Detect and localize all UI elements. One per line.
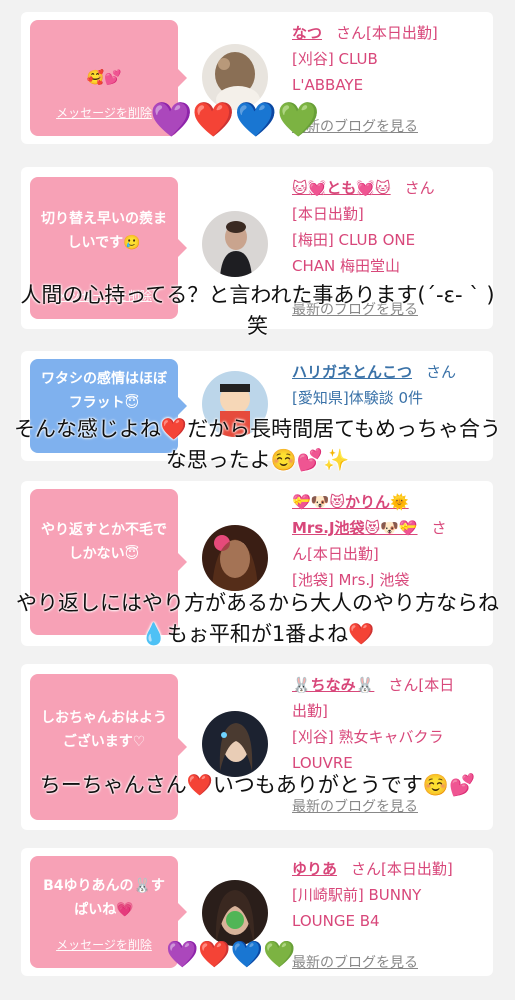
avatar[interactable] [202,711,268,777]
status-text: さん [404,179,435,197]
profile-info: 💝🐶😻かりん🌞 Mrs.J池袋😻🐶💝 さ ん[本日出勤] [池袋] Mrs.J 池… [292,489,487,593]
profile-name-link[interactable]: なつ [292,24,322,42]
shop-line: LOUNGE B4 [292,912,380,930]
message-text: 🥰💕 [86,70,122,86]
shop-line: [刈谷] 熟女キャバクラ [292,728,444,746]
avatar[interactable] [202,880,268,946]
message-text: しおちゃんおはようございます♡ [41,710,167,750]
delete-message-link[interactable]: メッセージを削除 [30,938,178,952]
status-text: さん[本日出勤] [351,860,453,878]
status-text: さん[本日出勤] [336,24,438,42]
caption-overlay: やり返しにはやり方があるから大人のやり方ならね💧もぉ平和が1番よね❤️ [16,591,499,646]
message-text: B4ゆりあんの🐰すぱいね💗 [43,878,165,918]
caption-overlay: ちーちゃんさん❤️いつもありがとうです☺️💕 [39,773,476,797]
profile-info: ゆりあ さん[本日出勤] [川崎駅前] BUNNY LOUNGE B4 [292,856,487,934]
profile-info: ハリガネとんこつ さん [愛知県]体験談 0件 [292,359,487,411]
status-text: さ [431,519,447,537]
profile-name-link[interactable]: Mrs.J池袋😻🐶💝 [292,519,418,537]
shop-line: CHAN 梅田堂山 [292,257,401,275]
message-text: やり返すとか不毛でしかない😇 [41,522,167,562]
shop-line: 出勤] [292,702,328,720]
caption-overlay: 人間の心持ってる？と言われた事あります(´-ε- ` )笑 [20,283,495,338]
message-card: しおちゃんおはようございます♡ 🐰ちなみ🐰 さん[本日 出勤] [刈谷] 熟女キャ… [21,664,493,830]
profile-info: なつ さん[本日出勤] [刈谷] CLUB L'ABBAYE [292,20,487,98]
shop-line: [梅田] CLUB ONE [292,231,416,249]
status-text: さん [426,363,457,381]
message-text: 切り替え早いの羨ましいです🥲 [41,211,167,251]
avatar[interactable] [202,525,268,591]
profile-name-link[interactable]: ハリガネとんこつ [292,363,412,381]
profile-name-link[interactable]: 🐱💓とも💓🐱 [292,179,391,197]
caption-overlay: そんな感じよね❤️だから長時間居てもめっちゃ合うな思ったよ☺️💕✨ [13,417,502,472]
shop-line: [本日出勤] [292,205,364,223]
shop-line: ん[本日出勤] [292,545,379,563]
heart-stickers: 💜❤️💙💚 [166,940,296,970]
profile-name-link[interactable]: 💝🐶😻かりん🌞 [292,493,409,511]
profile-name-link[interactable]: 🐰ちなみ🐰 [292,676,374,694]
profile-info: 🐰ちなみ🐰 さん[本日 出勤] [刈谷] 熟女キャバクラ LOUVRE [292,672,487,776]
profile-name-link[interactable]: ゆりあ [292,860,337,878]
avatar[interactable] [202,211,268,277]
message-bubble: B4ゆりあんの🐰すぱいね💗 メッセージを削除 [30,856,187,968]
shop-line: L'ABBAYE [292,76,364,94]
profile-info: 🐱💓とも💓🐱 さん [本日出勤] [梅田] CLUB ONE CHAN 梅田堂山 [292,175,487,279]
shop-line: [愛知県]体験談 0件 [292,389,424,407]
shop-line: [川崎駅前] BUNNY [292,886,422,904]
heart-stickers: 💜❤️💙💚 [150,100,320,140]
latest-blog-link[interactable]: 最新のブログを見る [292,952,418,972]
message-text: ワタシの感情はほぼフラット😇 [41,371,167,411]
shop-line: [池袋] Mrs.J 池袋 [292,571,410,589]
status-text: さん[本日 [388,676,455,694]
shop-line: [刈谷] CLUB [292,50,378,68]
